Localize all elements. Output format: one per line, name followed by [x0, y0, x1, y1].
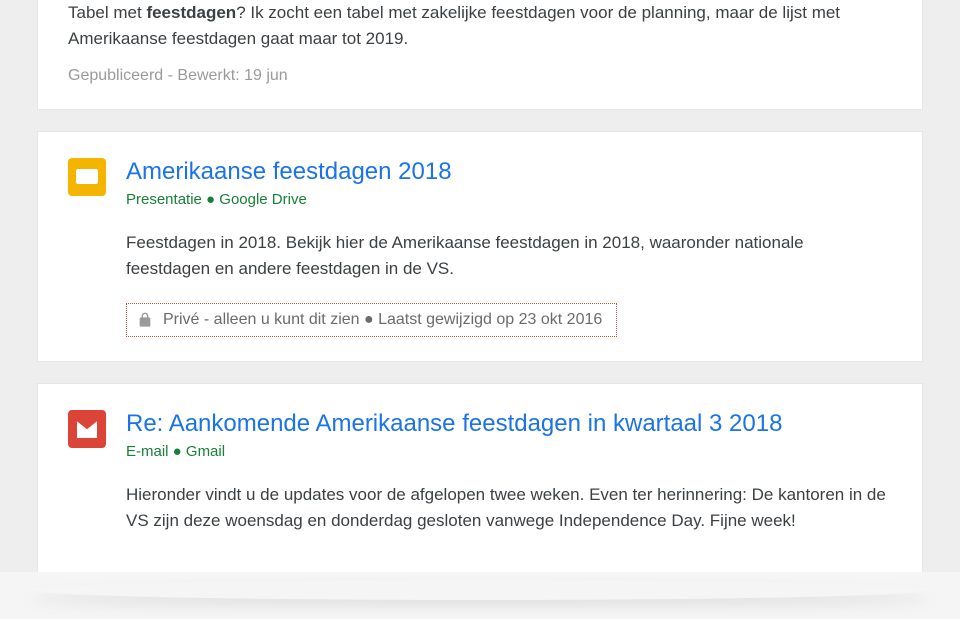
result-snippet: Tabel met feestdagen? Ik zocht een tabel…: [68, 0, 892, 53]
search-results-container: Tabel met feestdagen? Ik zocht een tabel…: [0, 0, 960, 572]
gmail-icon: [68, 410, 106, 448]
search-result-card[interactable]: Re: Aankomende Amerikaanse feestdagen in…: [37, 383, 923, 573]
result-meta: Presentatie ● Google Drive: [126, 191, 892, 208]
result-title[interactable]: Re: Aankomende Amerikaanse feestdagen in…: [126, 408, 892, 439]
result-footer: Gepubliceerd - Bewerkt: 19 jun: [68, 67, 892, 85]
result-snippet: Feestdagen in 2018. Bekijk hier de Ameri…: [126, 230, 892, 283]
result-title[interactable]: Amerikaanse feestdagen 2018: [126, 156, 892, 187]
private-notice-text: Privé - alleen u kunt dit zien ● Laatst …: [163, 311, 602, 329]
search-result-card[interactable]: Tabel met feestdagen? Ik zocht een tabel…: [37, 0, 923, 110]
lock-icon: [137, 310, 153, 330]
result-meta: E-mail ● Gmail: [126, 443, 892, 460]
result-snippet: Hieronder vindt u de updates voor de afg…: [126, 482, 892, 535]
private-notice: Privé - alleen u kunt dit zien ● Laatst …: [126, 303, 617, 337]
snippet-highlight: feestdagen: [146, 3, 236, 22]
search-result-card[interactable]: Amerikaanse feestdagen 2018 Presentatie …: [37, 131, 923, 362]
fade-overlay: [0, 579, 960, 619]
snippet-text: Tabel met: [68, 3, 146, 22]
slides-icon: [68, 158, 106, 196]
